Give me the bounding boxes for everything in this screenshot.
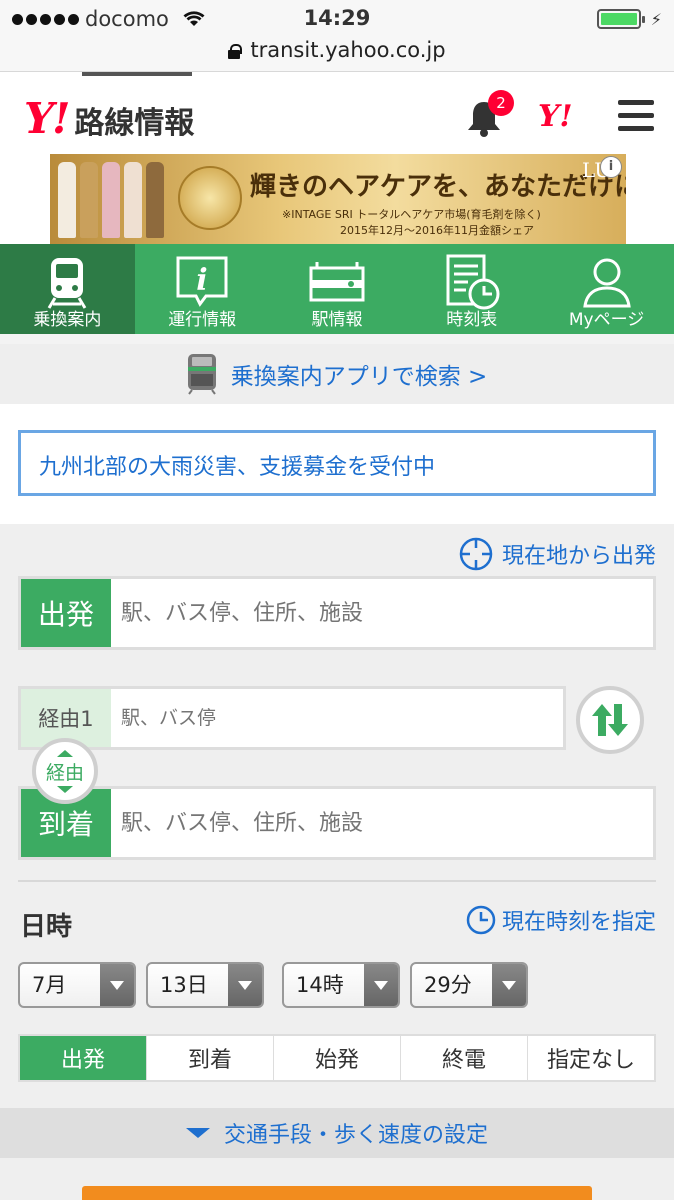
- user-icon: [582, 258, 631, 308]
- divider: [18, 880, 656, 882]
- product-image: [58, 162, 164, 238]
- svg-text:i: i: [196, 263, 207, 298]
- mode-first-train[interactable]: 始発: [273, 1036, 400, 1080]
- award-medal-icon: [178, 166, 242, 230]
- spacer: [0, 334, 674, 344]
- day-value: 13日: [160, 973, 208, 997]
- departure-field: 出発: [18, 576, 656, 650]
- via-input[interactable]: [111, 689, 563, 747]
- url-text: transit.yahoo.co.jp: [250, 38, 446, 62]
- site-header: Y! 路線情報 Y!: [0, 72, 674, 154]
- departure-input[interactable]: [111, 579, 653, 647]
- mode-last-train[interactable]: 終電: [400, 1036, 527, 1080]
- logo-title: 路線情報: [74, 106, 195, 141]
- tab-label: 時刻表: [446, 310, 498, 330]
- app-link-text: 乗換案内アプリで検索 >: [230, 364, 488, 390]
- notice-area: 九州北部の大雨災害、支援募金を受付中: [0, 404, 674, 524]
- address-bar[interactable]: transit.yahoo.co.jp: [0, 38, 674, 62]
- ad-headline: 輝きのヘアケアを、あなただけに。: [250, 172, 626, 202]
- expand-down-icon: [57, 785, 73, 793]
- menu-icon[interactable]: [618, 100, 654, 132]
- mode-departure[interactable]: 出発: [20, 1036, 146, 1080]
- ad-note-1: ※INTAGE SRI トータルヘアケア市場(育毛剤を除く): [282, 208, 541, 221]
- tab-my-page[interactable]: Myページ: [539, 244, 674, 334]
- tab-timetable[interactable]: 時刻表: [404, 244, 539, 334]
- status-bar: docomo 14:29 ⚡ transit.yahoo.co.jp: [0, 0, 674, 72]
- tab-label: 運行情報: [168, 310, 237, 330]
- current-location-link[interactable]: 現在地から出発: [458, 536, 656, 572]
- expand-up-icon: [57, 749, 73, 757]
- lock-icon: [228, 44, 243, 59]
- ad-banner[interactable]: 輝きのヘアケアを、あなただけに。 ※INTAGE SRI トータルヘアケア市場(…: [50, 154, 626, 244]
- via-field: 経由1: [18, 686, 566, 750]
- arrival-field: 到着: [18, 786, 656, 860]
- train-icon: [48, 258, 87, 309]
- notice-link[interactable]: 九州北部の大雨災害、支援募金を受付中: [18, 430, 656, 496]
- departure-label: 出発: [21, 579, 111, 647]
- tab-label: Myページ: [568, 310, 645, 330]
- hour-select[interactable]: 14時: [282, 962, 400, 1008]
- month-select[interactable]: 7月: [18, 962, 136, 1008]
- crosshair-icon: [459, 537, 493, 571]
- station-sign-icon: [309, 262, 365, 302]
- month-value: 7月: [32, 973, 67, 997]
- via-toggle-label: 経由: [45, 761, 84, 784]
- battery-icon: [596, 9, 645, 29]
- app-search-link[interactable]: 乗換案内アプリで検索 >: [0, 344, 674, 404]
- top-strip: [82, 72, 192, 76]
- mode-unspecified[interactable]: 指定なし: [527, 1036, 654, 1080]
- expand-triangle-icon: [185, 1128, 210, 1138]
- arrival-input[interactable]: [111, 789, 653, 857]
- yahoo-home-link[interactable]: Y!: [538, 99, 573, 134]
- yahoo-logo-mark: Y!: [24, 94, 70, 143]
- search-button[interactable]: [82, 1186, 592, 1200]
- info-icon: i: [176, 256, 228, 307]
- chevron-down-icon: [364, 964, 398, 1006]
- notification-badge: 2: [488, 90, 514, 116]
- tab-label: 駅情報: [311, 310, 363, 330]
- ad-area: 輝きのヘアケアを、あなただけに。 ※INTAGE SRI トータルヘアケア市場(…: [0, 154, 674, 244]
- mode-arrival[interactable]: 到着: [146, 1036, 273, 1080]
- current-location-label: 現在地から出発: [501, 544, 656, 569]
- transport-settings-label: 交通手段・歩く速度の設定: [223, 1123, 488, 1148]
- site-logo[interactable]: Y! 路線情報: [24, 94, 194, 143]
- ad-note-2: 2015年12月〜2016年11月金額シェア: [340, 224, 534, 237]
- main-nav: 乗換案内 i 運行情報 駅情報 時刻表 Myページ: [0, 244, 674, 334]
- timetable-icon: [446, 254, 500, 310]
- tab-station-info[interactable]: 駅情報: [270, 244, 405, 334]
- minute-value: 29分: [424, 973, 472, 997]
- train-app-icon: [187, 354, 216, 395]
- swap-icon: [592, 704, 628, 736]
- minute-select[interactable]: 29分: [410, 962, 528, 1008]
- transport-settings-link[interactable]: 交通手段・歩く速度の設定: [0, 1108, 674, 1158]
- chevron-down-icon: [492, 964, 526, 1006]
- charging-icon: ⚡: [650, 9, 662, 29]
- swap-stations-button[interactable]: [576, 686, 644, 754]
- chevron-down-icon: [228, 964, 262, 1006]
- route-search-form: 現在地から出発 出発 経由1 到着 経由 日時 現在時刻を指定 7月: [0, 524, 674, 1108]
- via-toggle-button[interactable]: 経由: [32, 738, 98, 804]
- chevron-down-icon: [100, 964, 134, 1006]
- clock: 14:29: [303, 6, 371, 30]
- datetime-title: 日時: [20, 912, 73, 942]
- tab-route-search[interactable]: 乗換案内: [0, 244, 135, 334]
- set-current-time-link[interactable]: 現在時刻を指定: [466, 904, 656, 936]
- battery-indicator: ⚡: [596, 9, 662, 29]
- day-select[interactable]: 13日: [146, 962, 264, 1008]
- set-current-time-label: 現在時刻を指定: [501, 910, 656, 935]
- tab-service-info[interactable]: i 運行情報: [135, 244, 270, 334]
- ad-info-icon[interactable]: i: [600, 156, 622, 178]
- time-mode-selector: 出発 到着 始発 終電 指定なし: [18, 1034, 656, 1082]
- clock-icon: [466, 905, 496, 935]
- hour-value: 14時: [296, 973, 344, 997]
- tab-label: 乗換案内: [33, 310, 102, 330]
